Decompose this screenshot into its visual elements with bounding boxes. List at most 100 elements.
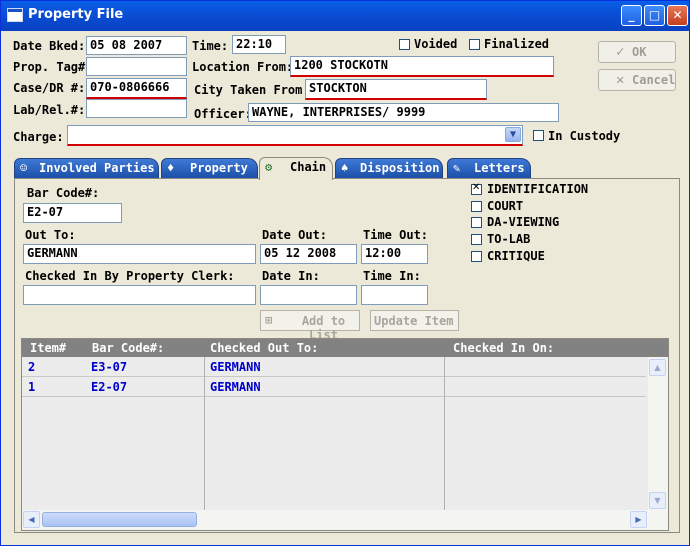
row-bar-code: E2-07 — [91, 380, 128, 394]
date-out-field[interactable]: 05 12 2008 — [260, 244, 357, 264]
vertical-scrollbar[interactable]: ▲ ▼ — [648, 357, 668, 511]
check-icon: ✓ — [616, 44, 625, 60]
prop-tag-label: Prop. Tag#: — [13, 60, 93, 74]
case-dr-label: Case/DR #: — [13, 81, 86, 95]
voided-label: Voided — [414, 37, 458, 51]
horizontal-scrollbar[interactable]: ◀ ▶ — [22, 510, 668, 530]
identification-checkbox[interactable] — [471, 182, 482, 195]
add-list-icon: ⊞ — [265, 313, 273, 327]
out-to-field[interactable]: GERMANN — [23, 244, 256, 264]
da-viewing-checkbox[interactable] — [471, 217, 482, 228]
update-item-label: Update Item — [374, 314, 454, 328]
app-window-icon — [7, 8, 23, 22]
cancel-label: Cancel — [632, 73, 676, 87]
date-in-field[interactable] — [260, 285, 357, 305]
ok-button[interactable]: ✓ OK — [598, 41, 676, 63]
letters-icon: ✎ — [453, 161, 461, 175]
case-dr-field[interactable]: 070-0806666 — [86, 78, 187, 99]
table-row[interactable]: 1 E2-07 GERMANN — [22, 377, 646, 397]
checked-in-by-label: Checked In By Property Clerk: — [25, 269, 235, 283]
table-row[interactable]: 2 E3-07 GERMANN — [22, 357, 646, 377]
identification-label: IDENTIFICATION — [487, 182, 589, 196]
court-checkbox[interactable] — [471, 201, 482, 212]
prop-tag-field[interactable] — [86, 57, 187, 76]
chain-icon: ⚙ — [265, 160, 273, 174]
critique-label: CRITIQUE — [487, 249, 545, 263]
chevron-down-icon[interactable]: ▼ — [505, 127, 521, 142]
scroll-right-icon[interactable]: ▶ — [630, 511, 647, 528]
row-item: 1 — [28, 380, 36, 394]
officer-label: Officer: — [194, 107, 252, 121]
col-item-header[interactable]: Item# — [30, 341, 66, 355]
update-item-button[interactable]: Update Item — [370, 310, 459, 331]
bar-code-label: Bar Code#: — [27, 186, 100, 200]
row-checked-out-to: GERMANN — [210, 360, 261, 374]
date-bked-label: Date Bked: — [13, 39, 86, 53]
voided-checkbox[interactable] — [399, 39, 410, 50]
tab-chain[interactable]: ⚙ Chain — [259, 157, 333, 180]
cancel-button[interactable]: ✕ Cancel — [598, 69, 676, 91]
ok-label: OK — [632, 45, 647, 59]
charge-label: Charge: — [13, 130, 64, 144]
time-field[interactable]: 22:10 — [232, 35, 286, 54]
to-lab-checkbox[interactable] — [471, 234, 482, 245]
tab-involved-parties-label: Involved Parties — [39, 161, 155, 175]
column-divider — [444, 357, 445, 511]
bag-icon: ♦ — [167, 161, 175, 175]
critique-checkbox[interactable] — [471, 251, 482, 262]
tab-letters[interactable]: ✎ Letters — [447, 158, 531, 178]
bar-code-field[interactable]: E2-07 — [23, 203, 122, 223]
maximize-button[interactable]: □ — [644, 5, 665, 26]
tab-chain-label: Chain — [290, 160, 327, 174]
out-to-label: Out To: — [25, 228, 76, 242]
time-out-label: Time Out: — [363, 228, 429, 242]
grid-header: Item# Bar Code#: Checked Out To: Checked… — [22, 339, 668, 357]
scroll-down-icon[interactable]: ▼ — [649, 492, 666, 509]
lab-rel-label: Lab/Rel.#: — [13, 103, 86, 117]
disposition-icon: ♠ — [341, 161, 349, 175]
finalized-checkbox[interactable] — [469, 39, 480, 50]
location-from-field[interactable]: 1200 STOCKOTN — [290, 56, 554, 77]
time-in-field[interactable] — [361, 285, 428, 305]
col-checked-in-on-header[interactable]: Checked In On: — [453, 341, 554, 355]
time-out-field[interactable]: 12:00 — [361, 244, 428, 264]
title-bar[interactable]: Property File _ □ ✕ — [1, 1, 689, 31]
checked-in-by-field[interactable] — [23, 285, 256, 305]
officer-field[interactable]: WAYNE, INTERPRISES/ 9999 — [248, 103, 559, 122]
in-custody-label: In Custody — [548, 129, 621, 143]
location-from-label: Location From: — [192, 60, 294, 74]
tab-disposition[interactable]: ♠ Disposition — [335, 158, 443, 178]
add-to-list-button[interactable]: ⊞ Add to List — [260, 310, 360, 342]
date-in-label: Date In: — [262, 269, 320, 283]
close-button[interactable]: ✕ — [667, 5, 688, 26]
col-bar-code-header[interactable]: Bar Code#: — [92, 341, 164, 355]
date-bked-field[interactable]: 05 08 2007 — [86, 36, 187, 55]
column-divider — [204, 357, 205, 511]
da-viewing-label: DA-VIEWING — [487, 215, 560, 229]
date-out-label: Date Out: — [262, 228, 328, 242]
row-item: 2 — [28, 360, 36, 374]
horizontal-scroll-thumb[interactable] — [42, 512, 197, 527]
time-label: Time: — [192, 39, 229, 53]
property-file-window: Property File _ □ ✕ Date Bked: 05 08 200… — [0, 0, 690, 546]
col-checked-out-to-header[interactable]: Checked Out To: — [210, 341, 318, 355]
lab-rel-field[interactable] — [86, 99, 187, 118]
court-label: COURT — [487, 199, 524, 213]
tab-property[interactable]: ♦ Property — [161, 158, 258, 178]
scroll-up-icon[interactable]: ▲ — [649, 359, 666, 376]
row-bar-code: E3-07 — [91, 360, 128, 374]
chain-items-grid[interactable]: Item# Bar Code#: Checked Out To: Checked… — [21, 338, 669, 531]
time-in-label: Time In: — [363, 269, 421, 283]
person-icon: ☺ — [20, 161, 28, 175]
city-taken-field[interactable]: STOCKTON — [305, 79, 487, 100]
charge-select[interactable]: ▼ — [67, 125, 523, 146]
tab-involved-parties[interactable]: ☺ Involved Parties — [14, 158, 159, 178]
scroll-left-icon[interactable]: ◀ — [23, 511, 40, 528]
minimize-button[interactable]: _ — [621, 5, 642, 26]
row-checked-out-to: GERMANN — [210, 380, 261, 394]
in-custody-checkbox[interactable] — [533, 130, 544, 141]
tab-letters-label: Letters — [474, 161, 525, 175]
finalized-label: Finalized — [484, 37, 550, 51]
x-icon: ✕ — [616, 72, 625, 88]
window-title: Property File — [28, 7, 124, 22]
